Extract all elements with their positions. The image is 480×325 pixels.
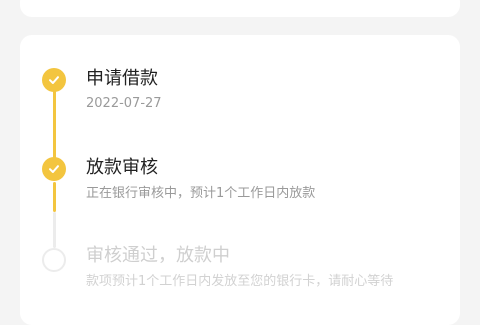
step-3-empty-circle-icon — [42, 248, 66, 272]
step-2-check-icon — [42, 157, 66, 181]
timeline-line-2 — [52, 182, 56, 212]
step-1-date: 2022-07-27 — [86, 96, 162, 111]
step-1-check-icon — [42, 68, 66, 92]
timeline-line-3 — [52, 212, 56, 248]
step-1-title: 申请借款 — [86, 68, 158, 89]
step-3-title: 审核通过，放款中 — [86, 245, 230, 266]
step-2-title: 放款审核 — [86, 157, 158, 178]
previous-card — [20, 0, 460, 17]
step-3-description: 款项预计1个工作日内发放至您的银行卡，请耐心等待 — [86, 274, 394, 289]
step-2-description: 正在银行审核中，预计1个工作日内放款 — [86, 186, 316, 201]
